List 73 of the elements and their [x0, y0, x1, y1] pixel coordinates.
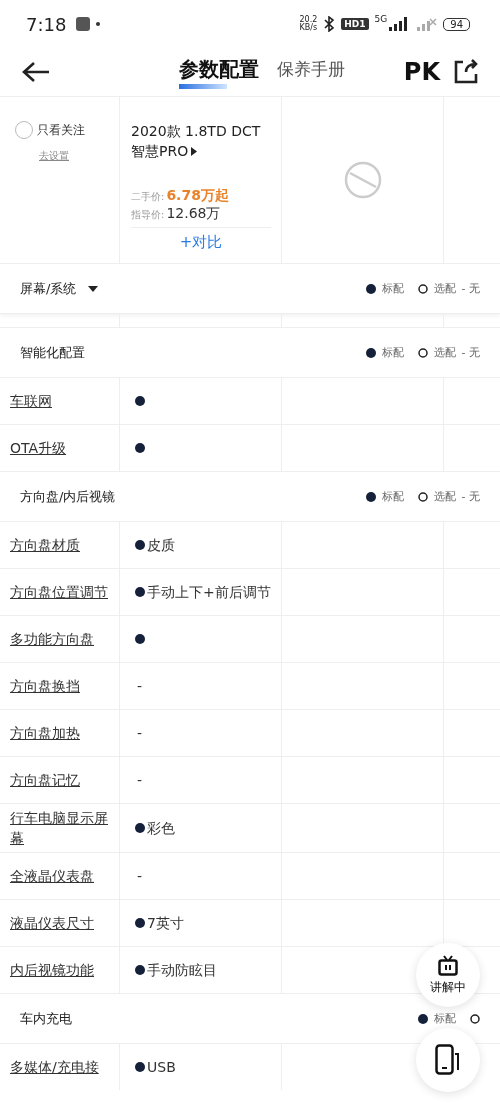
phone-button[interactable] [416, 1028, 480, 1092]
parameter-link[interactable]: 方向盘加热 [10, 723, 80, 743]
car-model-link[interactable]: 2020款 1.8TD DCT 智慧PRO [131, 121, 271, 161]
parameter-link[interactable]: 多媒体/充电接 [10, 1057, 99, 1077]
phone-icon [435, 1044, 461, 1076]
pk-button[interactable]: PK [403, 58, 440, 86]
filled-dot-icon [365, 283, 376, 294]
settings-link[interactable]: 去设置 [39, 149, 69, 163]
parameter-link[interactable]: 液晶仪表尺寸 [10, 913, 94, 933]
parameter-link[interactable]: 方向盘位置调节 [10, 582, 108, 602]
legend-label: 标配 [381, 489, 404, 504]
table-cell-text: - [137, 771, 143, 790]
table-cell-text: 彩色 [147, 819, 175, 838]
parameter-link[interactable]: 方向盘换挡 [10, 676, 80, 696]
price-label: 指导价: [131, 208, 165, 222]
parameter-link[interactable]: 方向盘材质 [10, 535, 80, 555]
guide-price: 12.68万 [166, 205, 221, 223]
bluetooth-icon [323, 16, 336, 32]
parameter-link[interactable]: OTA升级 [10, 438, 67, 458]
table-cell-text: 7英寸 [147, 914, 184, 933]
legend-label: 选配 [433, 345, 456, 360]
hd-badge: HD1 [341, 18, 369, 30]
parameter-link[interactable]: 全液晶仪表盘 [10, 866, 94, 886]
compare-button[interactable]: +对比 [131, 227, 271, 252]
caret-icon [191, 147, 198, 156]
follow-label: 只看关注 [37, 121, 85, 139]
section-title: 车内充电 [20, 1009, 72, 1028]
table-cell-text: 手动防眩目 [147, 961, 217, 980]
tab[interactable]: 保养手册 [276, 55, 345, 89]
legend-label: 选配 [433, 281, 456, 296]
notification-icon [76, 17, 91, 31]
table-cell-text: - [137, 724, 143, 743]
tv-icon [438, 954, 458, 977]
section-title: 方向盘/内后视镜 [20, 487, 116, 506]
signal-icon [417, 17, 438, 31]
tab[interactable]: 参数配置 [178, 55, 259, 89]
hollow-dot-icon [417, 283, 428, 294]
parameter-link[interactable]: 车联网 [10, 391, 52, 411]
filled-dot-icon [418, 1013, 428, 1024]
parameter-link[interactable]: 行车电脑显示屏幕 [10, 808, 119, 848]
dropdown-caret-icon[interactable] [88, 285, 99, 292]
table-cell-text: 皮质 [147, 536, 175, 555]
hollow-dot-icon [417, 491, 428, 502]
section-title: 屏幕/系统 [20, 279, 77, 298]
share-icon[interactable] [452, 58, 480, 86]
network-speed: 20.2 KB/s [299, 16, 318, 32]
legend-label: - 无 [461, 345, 480, 360]
filled-dot-icon [365, 491, 376, 502]
section-title: 智能化配置 [20, 343, 85, 362]
legend-label: - 无 [461, 489, 480, 504]
status-time: 7:18 [26, 13, 67, 35]
parameter-link[interactable]: 内后视镜功能 [10, 960, 94, 980]
table-cell-text: USB [147, 1058, 176, 1077]
battery-indicator: 94 [443, 17, 470, 31]
prohibited-icon [343, 161, 382, 199]
table-cell-text: - [137, 867, 143, 886]
hollow-dot-icon [417, 347, 428, 358]
dot-icon [96, 22, 101, 26]
table-cell-text: - [137, 677, 143, 696]
parameter-link[interactable]: 方向盘记忆 [10, 770, 80, 790]
hollow-dot-icon [470, 1013, 480, 1024]
parameter-link[interactable]: 多功能方向盘 [10, 629, 94, 649]
explain-button[interactable]: 讲解中 [416, 943, 480, 1007]
legend-label: - 无 [461, 281, 480, 296]
legend-label: 标配 [381, 281, 404, 296]
back-icon[interactable] [22, 61, 50, 83]
network-type: 5G [374, 14, 388, 24]
legend-label: 选配 [433, 489, 456, 504]
filled-dot-icon [365, 347, 376, 358]
used-price: 6.78万起 [166, 187, 229, 205]
legend-label: 标配 [434, 1011, 456, 1026]
table-cell-text: 手动上下+前后调节 [147, 583, 271, 602]
legend-label: 标配 [381, 345, 404, 360]
